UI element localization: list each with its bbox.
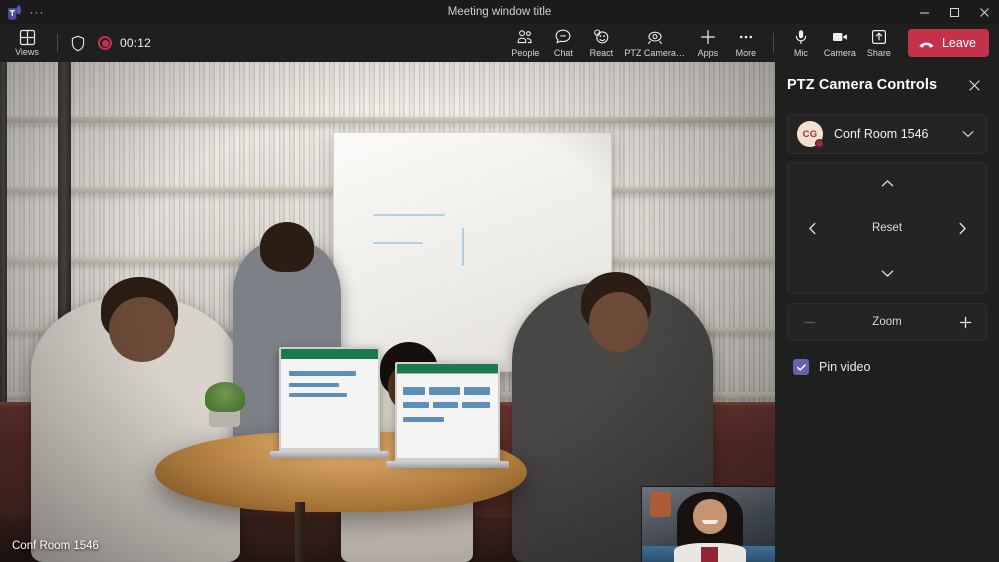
apps-button[interactable]: Apps [689, 25, 727, 61]
zoom-control-row: Zoom [787, 303, 987, 341]
chevron-down-icon[interactable] [960, 126, 976, 142]
title-bar-left: ··· [0, 3, 48, 21]
share-icon [870, 28, 888, 46]
plus-icon [957, 314, 974, 331]
apps-label: Apps [697, 48, 719, 58]
ptz-camera-label: PTZ Camera… [624, 48, 685, 58]
share-label: Share [866, 48, 891, 58]
react-icon [592, 28, 610, 46]
toolbar-divider [57, 34, 58, 52]
chat-icon [554, 28, 572, 46]
chat-button[interactable]: Chat [544, 25, 582, 61]
minus-icon [801, 314, 818, 331]
people-icon [516, 28, 534, 46]
chevron-down-icon [879, 265, 896, 282]
main-video-tile[interactable]: Conf Room 1546 [0, 62, 775, 562]
check-icon [796, 363, 806, 371]
pan-right-button[interactable] [948, 208, 976, 248]
panel-title: PTZ Camera Controls [787, 77, 938, 93]
more-icon [737, 28, 755, 46]
camera-device-name: Conf Room 1546 [834, 127, 929, 141]
react-button[interactable]: React [582, 25, 620, 61]
self-view-video[interactable] [642, 487, 775, 562]
record-dot-icon[interactable] [98, 36, 112, 50]
ptz-camera-controls-panel: PTZ Camera Controls CG Conf Room 1546 Re… [775, 62, 999, 562]
avatar: CG [797, 121, 824, 148]
camera-button[interactable]: Camera [820, 25, 860, 61]
leave-button[interactable]: Leave [907, 29, 989, 57]
teams-meeting-window: ··· Meeting window title Views 00:12 Peo… [0, 0, 999, 562]
zoom-in-button[interactable] [946, 305, 984, 339]
views-button[interactable]: Views [6, 25, 48, 61]
shield-icon[interactable] [67, 32, 89, 54]
more-button[interactable]: More [727, 25, 765, 61]
panel-header: PTZ Camera Controls [787, 62, 987, 108]
grid-icon [19, 29, 36, 46]
meeting-toolbar: Views 00:12 People Chat React PTZ Camera… [0, 24, 999, 62]
people-button[interactable]: People [506, 25, 544, 61]
toolbar-left-group: Views 00:12 [6, 25, 151, 61]
hangup-icon [918, 35, 935, 52]
chat-label: Chat [553, 48, 573, 58]
meeting-stage: Conf Room 1546 PTZ Camera Controls CG Co… [0, 62, 999, 562]
window-controls [909, 0, 999, 24]
pan-left-button[interactable] [798, 208, 826, 248]
reset-button[interactable]: Reset [854, 213, 920, 243]
chevron-up-icon [879, 175, 896, 192]
pin-video-label: Pin video [819, 360, 871, 374]
title-bar: ··· Meeting window title [0, 0, 999, 24]
people-label: People [511, 48, 540, 58]
react-label: React [589, 48, 614, 58]
ptz-camera-icon [646, 28, 664, 46]
meeting-timer: 00:12 [120, 36, 152, 50]
chevron-left-icon [804, 220, 821, 237]
presence-badge [815, 139, 824, 148]
views-label: Views [15, 47, 39, 57]
mic-button[interactable]: Mic [782, 25, 820, 61]
zoom-out-button[interactable] [790, 305, 828, 339]
video-name-label: Conf Room 1546 [12, 540, 99, 552]
toolbar-right-group: People Chat React PTZ Camera… Apps More … [506, 25, 989, 61]
chevron-right-icon [954, 220, 971, 237]
minimize-icon[interactable] [909, 0, 939, 24]
camera-device-selector[interactable]: CG Conf Room 1546 [787, 114, 987, 154]
camera-label: Camera [823, 48, 856, 58]
pan-tilt-dpad: Reset [787, 162, 987, 294]
maximize-icon[interactable] [939, 0, 969, 24]
teams-logo-icon [7, 4, 22, 20]
camera-icon [831, 28, 849, 46]
window-title: Meeting window title [447, 6, 552, 18]
window-overflow-button[interactable]: ··· [26, 3, 48, 21]
pin-video-row[interactable]: Pin video [787, 354, 987, 380]
leave-label: Leave [941, 36, 976, 50]
toolbar-media-divider [772, 33, 774, 53]
plus-icon [699, 28, 717, 46]
tilt-up-button[interactable] [867, 169, 907, 197]
microphone-icon [792, 28, 810, 46]
close-icon[interactable] [961, 72, 987, 98]
more-label: More [735, 48, 757, 58]
mic-label: Mic [793, 48, 808, 58]
tilt-down-button[interactable] [867, 259, 907, 287]
share-button[interactable]: Share [860, 25, 898, 61]
pin-video-checkbox[interactable] [793, 359, 809, 375]
close-icon[interactable] [969, 0, 999, 24]
ptz-camera-button[interactable]: PTZ Camera… [620, 25, 689, 61]
